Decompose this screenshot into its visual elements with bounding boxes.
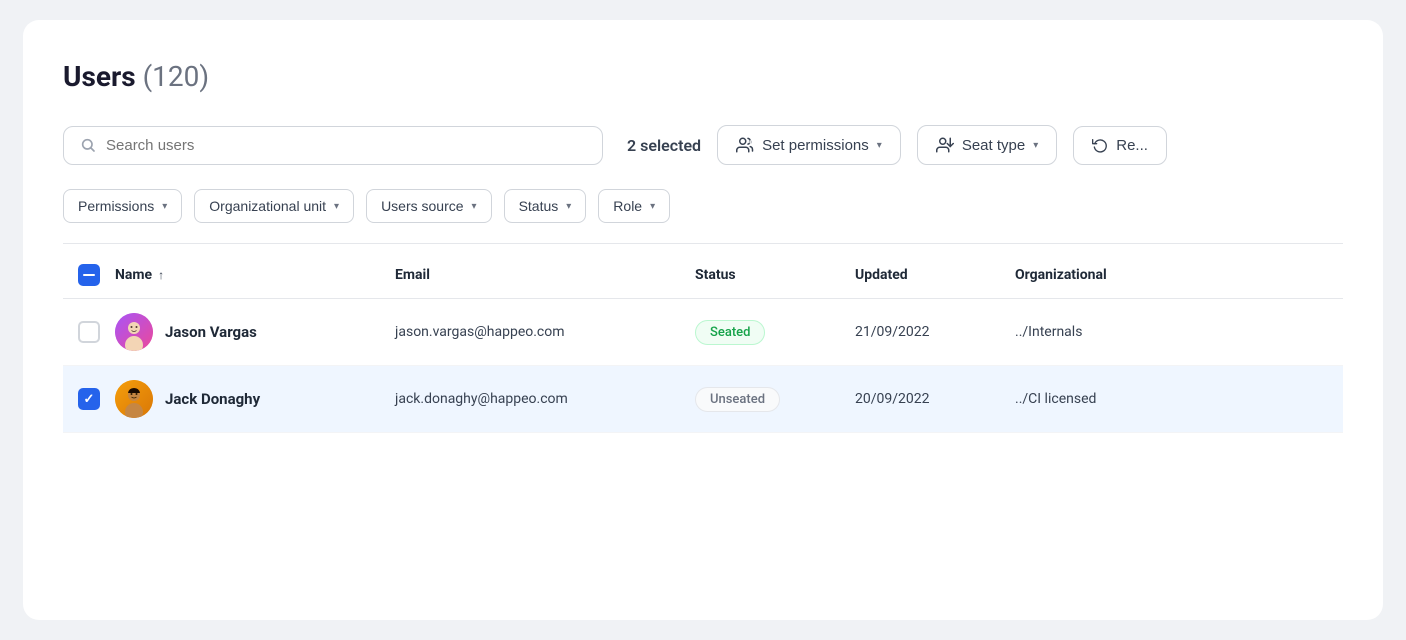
- set-permissions-label: Set permissions: [762, 137, 869, 154]
- search-input[interactable]: [106, 137, 586, 154]
- filter-permissions-label: Permissions: [78, 198, 154, 214]
- filter-permissions-chevron-icon: ▾: [162, 201, 167, 212]
- set-permissions-chevron-icon: ▾: [877, 140, 882, 151]
- set-permissions-icon: [736, 136, 754, 154]
- filter-role-label: Role: [613, 198, 642, 214]
- filter-org-unit[interactable]: Organizational unit ▾: [194, 189, 354, 223]
- seat-type-label: Seat type: [962, 137, 1025, 154]
- filter-row: Permissions ▾ Organizational unit ▾ User…: [63, 189, 1343, 244]
- seat-type-button[interactable]: Seat type ▾: [917, 125, 1057, 165]
- seat-type-chevron-icon: ▾: [1033, 140, 1038, 151]
- filter-users-source[interactable]: Users source ▾: [366, 189, 492, 223]
- selected-count: 2 selected: [627, 136, 701, 155]
- avatar-jason: [115, 313, 153, 351]
- row-checkbox-jack[interactable]: [78, 388, 100, 410]
- org-cell-jason: ../Internals: [1015, 324, 1343, 340]
- table-row: Jack Donaghy jack.donaghy@happeo.com Uns…: [63, 366, 1343, 433]
- users-table: Name ↑ Email Status Updated Organization…: [63, 264, 1343, 433]
- th-email: Email: [395, 267, 695, 283]
- table-row: Jason Vargas jason.vargas@happeo.com Sea…: [63, 299, 1343, 366]
- set-permissions-button[interactable]: Set permissions ▾: [717, 125, 901, 165]
- filter-org-unit-label: Organizational unit: [209, 198, 326, 214]
- status-cell-jason: Seated: [695, 320, 855, 345]
- user-cell-jack: Jack Donaghy: [115, 380, 395, 418]
- main-container: Users (120) 2 selected Set: [23, 20, 1383, 620]
- status-badge-jason: Seated: [695, 320, 765, 345]
- filter-permissions[interactable]: Permissions ▾: [63, 189, 182, 223]
- avatar-jack: [115, 380, 153, 418]
- filter-status-label: Status: [519, 198, 559, 214]
- row-checkbox-cell-jason[interactable]: [63, 321, 115, 343]
- reset-button[interactable]: Re...: [1073, 126, 1167, 165]
- user-name-jason: Jason Vargas: [165, 323, 257, 341]
- email-cell-jason: jason.vargas@happeo.com: [395, 324, 695, 340]
- th-name: Name ↑: [115, 267, 395, 283]
- user-cell-jason: Jason Vargas: [115, 313, 395, 351]
- search-box[interactable]: [63, 126, 603, 165]
- th-status: Status: [695, 267, 855, 283]
- filter-role[interactable]: Role ▾: [598, 189, 670, 223]
- row-checkbox-cell-jack[interactable]: [63, 388, 115, 410]
- user-name-jack: Jack Donaghy: [165, 390, 260, 408]
- sort-name-icon[interactable]: ↑: [158, 268, 164, 282]
- search-icon: [80, 137, 96, 153]
- th-updated: Updated: [855, 267, 1015, 283]
- filter-status-chevron-icon: ▾: [566, 201, 571, 212]
- filter-status[interactable]: Status ▾: [504, 189, 587, 223]
- reset-label: Re...: [1116, 137, 1148, 154]
- table-header: Name ↑ Email Status Updated Organization…: [63, 264, 1343, 299]
- filter-users-source-label: Users source: [381, 198, 463, 214]
- status-cell-jack: Unseated: [695, 387, 855, 412]
- email-cell-jack: jack.donaghy@happeo.com: [395, 391, 695, 407]
- filter-users-source-chevron-icon: ▾: [472, 201, 477, 212]
- filter-role-chevron-icon: ▾: [650, 201, 655, 212]
- toolbar: 2 selected Set permissions ▾: [63, 125, 1343, 165]
- status-badge-jack: Unseated: [695, 387, 780, 412]
- select-all-checkbox[interactable]: [78, 264, 100, 286]
- filter-org-unit-chevron-icon: ▾: [334, 201, 339, 212]
- row-checkbox-jason[interactable]: [78, 321, 100, 343]
- updated-cell-jack: 20/09/2022: [855, 391, 1015, 407]
- seat-type-icon: [936, 136, 954, 154]
- org-cell-jack: ../CI licensed: [1015, 391, 1343, 407]
- updated-cell-jason: 21/09/2022: [855, 324, 1015, 340]
- header-checkbox-cell[interactable]: [63, 264, 115, 286]
- th-org: Organizational: [1015, 267, 1343, 283]
- page-title: Users (120): [63, 60, 1343, 93]
- reset-icon: [1092, 137, 1108, 153]
